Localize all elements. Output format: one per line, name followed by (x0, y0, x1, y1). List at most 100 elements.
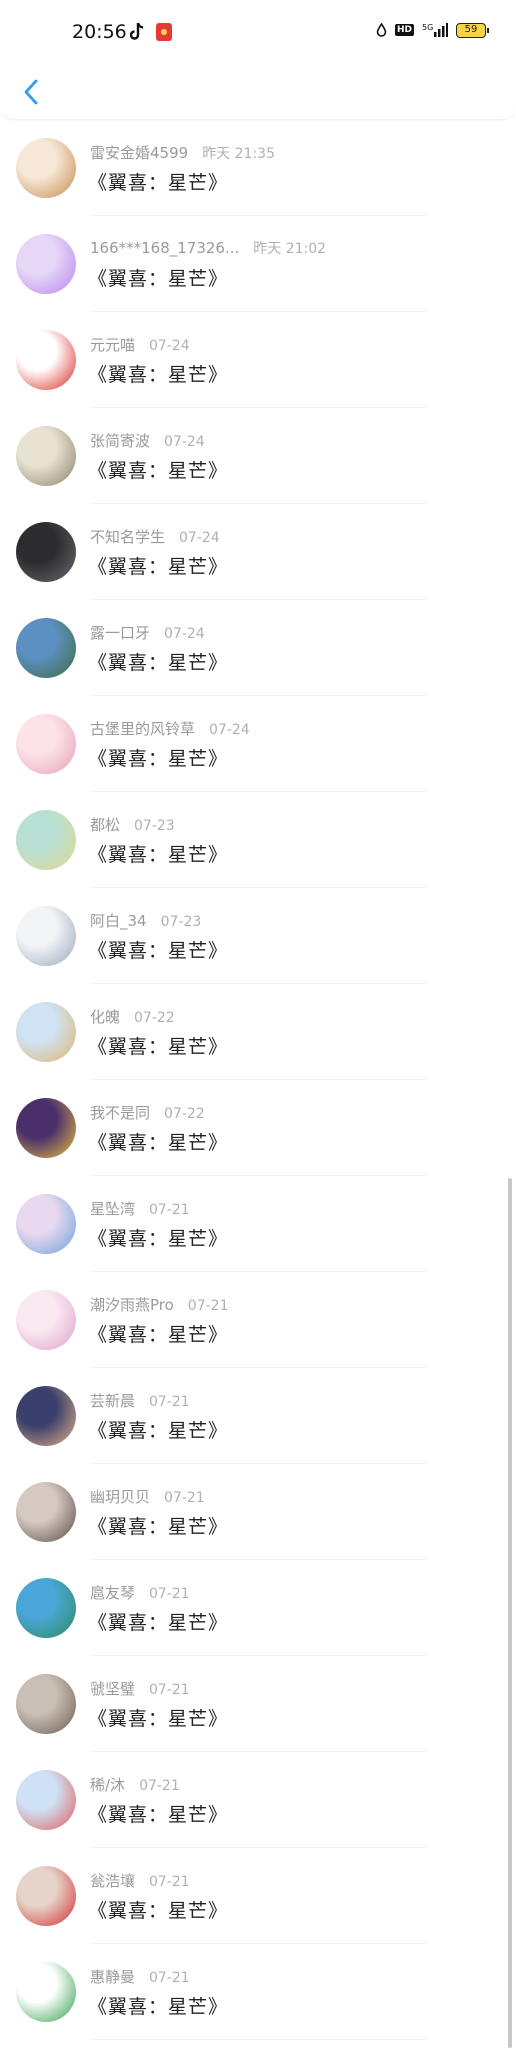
list-item[interactable]: 张简寄波 07-24 《翼喜：星芒》 (0, 408, 516, 504)
avatar[interactable] (16, 906, 76, 966)
avatar[interactable] (16, 1962, 76, 2022)
list-item[interactable]: 阿白_34 07-23 《翼喜：星芒》 (0, 888, 516, 984)
avatar[interactable] (16, 1098, 76, 1158)
avatar[interactable] (16, 1674, 76, 1734)
back-button[interactable] (14, 74, 48, 110)
message-text: 《翼喜：星芒》 (88, 460, 229, 482)
list-item[interactable]: 都松 07-23 《翼喜：星芒》 (0, 792, 516, 888)
list-item[interactable]: 166***168_17326... 昨天 21:02 《翼喜：星芒》 (0, 216, 516, 312)
list-item[interactable]: 芸新晨 07-21 《翼喜：星芒》 (0, 1368, 516, 1464)
sender-name-text: 稀/沐 (90, 1776, 126, 1794)
sender-name: 瓮浩壤 07-21 (90, 1870, 190, 1891)
sender-name-text: 雷安金婚4599 (90, 144, 189, 162)
message-list: 雷安金婚4599 昨天 21:35 《翼喜：星芒》 166***168_17326..… (0, 120, 516, 2040)
sender-name-text: 星坠湾 (90, 1200, 136, 1218)
message-time: 07-22 (164, 1106, 205, 1122)
scrollbar[interactable] (508, 1178, 512, 2048)
system-icons: HD 5G 59 (376, 22, 489, 38)
sender-name-text: 扈友琴 (90, 1584, 136, 1602)
sender-name: 166***168_17326... 昨天 21:02 (90, 238, 326, 258)
list-item[interactable]: 瓮浩壤 07-21 《翼喜：星芒》 (0, 1848, 516, 1944)
sender-name: 扈友琴 07-21 (90, 1582, 190, 1603)
sender-name-text: 潮汐雨燕Pro (90, 1296, 174, 1314)
avatar[interactable] (16, 1386, 76, 1446)
avatar[interactable] (16, 1770, 76, 1830)
message-time: 07-24 (179, 530, 220, 546)
message-time: 昨天 21:35 (202, 146, 275, 162)
message-text: 《翼喜：星芒》 (88, 748, 229, 770)
avatar[interactable] (16, 714, 76, 774)
message-text: 《翼喜：星芒》 (88, 1996, 229, 2018)
sender-name-text: 露一口牙 (90, 624, 151, 642)
avatar[interactable] (16, 1290, 76, 1350)
sender-name: 元元喵 07-24 (90, 334, 190, 355)
red-packet-icon (156, 23, 172, 41)
message-text: 《翼喜：星芒》 (88, 940, 229, 962)
sender-name-text: 古堡里的风铃草 (90, 720, 196, 738)
message-time: 07-21 (149, 1874, 190, 1890)
avatar[interactable] (16, 330, 76, 390)
avatar[interactable] (16, 1002, 76, 1062)
list-item[interactable]: 星坠湾 07-21 《翼喜：星芒》 (0, 1176, 516, 1272)
sender-name: 我不是同 07-22 (90, 1102, 205, 1123)
list-item[interactable]: 幽玥贝贝 07-21 《翼喜：星芒》 (0, 1464, 516, 1560)
sender-name: 惠静曼 07-21 (90, 1966, 190, 1987)
avatar[interactable] (16, 1866, 76, 1926)
message-text: 《翼喜：星芒》 (88, 1228, 229, 1250)
avatar[interactable] (16, 426, 76, 486)
message-text: 《翼喜：星芒》 (88, 1612, 229, 1634)
avatar[interactable] (16, 1578, 76, 1638)
avatar[interactable] (16, 138, 76, 198)
message-time: 07-24 (149, 338, 190, 354)
message-text: 《翼喜：星芒》 (88, 1516, 229, 1538)
sender-name-text: 化魄 (90, 1008, 121, 1026)
message-text: 《翼喜：星芒》 (88, 844, 229, 866)
list-item[interactable]: 惠静曼 07-21 《翼喜：星芒》 (0, 1944, 516, 2040)
list-item[interactable]: 不知名学生 07-24 《翼喜：星芒》 (0, 504, 516, 600)
avatar[interactable] (16, 1194, 76, 1254)
sender-name: 张简寄波 07-24 (90, 430, 205, 451)
sender-name-text: 幽玥贝贝 (90, 1488, 151, 1506)
message-time: 07-24 (209, 722, 250, 738)
message-text: 《翼喜：星芒》 (88, 1804, 229, 1826)
message-time: 07-21 (187, 1298, 229, 1314)
sender-name: 星坠湾 07-21 (90, 1198, 190, 1219)
list-item[interactable]: 稀/沐 07-21 《翼喜：星芒》 (0, 1752, 516, 1848)
sender-name-text: 芸新晨 (90, 1392, 136, 1410)
sender-name: 幽玥贝贝 07-21 (90, 1486, 205, 1507)
list-item[interactable]: 雷安金婚4599 昨天 21:35 《翼喜：星芒》 (0, 120, 516, 216)
message-text: 《翼喜：星芒》 (88, 1708, 229, 1730)
message-time: 07-21 (164, 1490, 205, 1506)
message-text: 《翼喜：星芒》 (88, 1420, 229, 1442)
list-item[interactable]: 潮汐雨燕Pro 07-21 《翼喜：星芒》 (0, 1272, 516, 1368)
status-bar: 20:56 HD 5G 59 (0, 0, 516, 66)
avatar[interactable] (16, 810, 76, 870)
message-time: 07-23 (160, 914, 202, 930)
list-item[interactable]: 扈友琴 07-21 《翼喜：星芒》 (0, 1560, 516, 1656)
avatar[interactable] (16, 1482, 76, 1542)
sender-name-text: 阿白_34 (90, 912, 147, 930)
avatar[interactable] (16, 234, 76, 294)
list-item[interactable]: 我不是同 07-22 《翼喜：星芒》 (0, 1080, 516, 1176)
list-item[interactable]: 化魄 07-22 《翼喜：星芒》 (0, 984, 516, 1080)
list-item[interactable]: 露一口牙 07-24 《翼喜：星芒》 (0, 600, 516, 696)
signal-5g-icon: 5G (422, 23, 448, 37)
list-item[interactable]: 虢坚璧 07-21 《翼喜：星芒》 (0, 1656, 516, 1752)
message-text: 《翼喜：星芒》 (88, 652, 229, 674)
avatar[interactable] (16, 522, 76, 582)
sender-name: 不知名学生 07-24 (90, 526, 220, 547)
chevron-left-icon (24, 79, 38, 105)
message-text: 《翼喜：星芒》 (88, 172, 229, 194)
message-text: 《翼喜：星芒》 (88, 1324, 229, 1346)
message-time: 07-22 (134, 1010, 175, 1026)
avatar[interactable] (16, 618, 76, 678)
sender-name: 都松 07-23 (90, 814, 175, 835)
list-item[interactable]: 古堡里的风铃草 07-24 《翼喜：星芒》 (0, 696, 516, 792)
battery-icon: 59 (456, 22, 489, 38)
sender-name: 潮汐雨燕Pro 07-21 (90, 1294, 228, 1315)
message-time: 07-24 (164, 626, 205, 642)
sender-name-text: 都松 (90, 816, 121, 834)
sender-name: 露一口牙 07-24 (90, 622, 205, 643)
top-header (0, 66, 516, 120)
list-item[interactable]: 元元喵 07-24 《翼喜：星芒》 (0, 312, 516, 408)
